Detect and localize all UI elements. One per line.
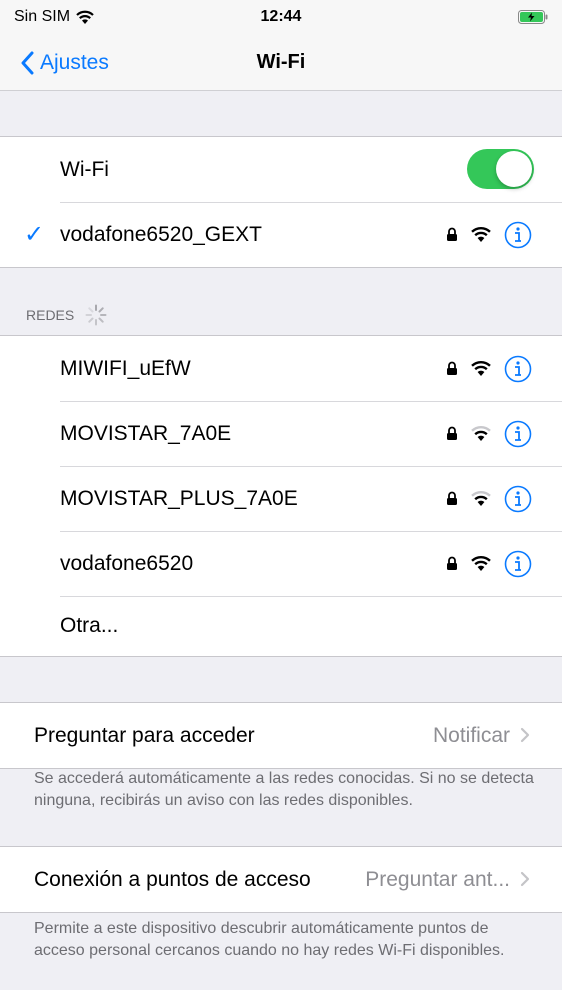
networks-list: MIWIFI_uEfW MOVISTAR_7A0E MOVISTAR_PLUS_…	[0, 335, 562, 657]
info-icon[interactable]	[504, 485, 532, 513]
wifi-signal-icon	[471, 556, 491, 571]
hotspot-group: Conexión a puntos de acceso Preguntar an…	[0, 846, 562, 913]
networks-header-label: REDES	[26, 307, 75, 323]
network-icons	[446, 202, 532, 267]
wifi-signal-icon	[471, 227, 491, 242]
hotspot-footer: Permite a este dispositivo descubrir aut…	[34, 920, 505, 959]
page-title: Wi-Fi	[256, 51, 306, 73]
network-icons	[446, 336, 532, 401]
battery-charging-icon	[518, 10, 548, 24]
network-icons	[446, 531, 532, 596]
connected-network-name: vodafone6520_GEXT	[60, 222, 262, 246]
ask-to-join-label: Preguntar para acceder	[34, 723, 255, 747]
wifi-signal-icon	[471, 491, 491, 506]
lock-icon	[447, 227, 457, 241]
status-bar: Sin SIM 12:44	[0, 0, 562, 38]
network-name: MOVISTAR_7A0E	[60, 421, 232, 445]
lock-icon	[447, 361, 457, 375]
hotspot-label: Conexión a puntos de acceso	[34, 867, 311, 891]
wifi-signal-icon	[471, 361, 491, 376]
navigation-bar: Ajustes Wi-Fi	[0, 38, 562, 91]
info-icon[interactable]	[504, 420, 532, 448]
lock-icon	[447, 491, 457, 505]
connected-network-row[interactable]: ✓ vodafone6520_GEXT	[0, 202, 562, 267]
network-icons	[446, 466, 532, 531]
checkmark-icon: ✓	[24, 221, 45, 248]
network-icons	[446, 401, 532, 466]
wifi-toggle[interactable]	[467, 149, 534, 189]
wifi-signal-icon	[471, 426, 491, 441]
hotspot-value: Preguntar ant...	[365, 867, 510, 891]
toggle-knob	[496, 151, 532, 187]
chevron-right-icon	[520, 871, 530, 887]
hotspot-row[interactable]: Conexión a puntos de acceso Preguntar an…	[0, 847, 562, 912]
info-icon[interactable]	[504, 355, 532, 383]
other-network-label: Otra...	[60, 614, 119, 637]
network-name: MOVISTAR_PLUS_7A0E	[60, 486, 298, 510]
ask-to-join-footer: Se accederá automáticamente a las redes …	[34, 770, 534, 809]
chevron-right-icon	[520, 727, 530, 743]
status-time: 12:44	[260, 8, 302, 25]
ask-to-join-row[interactable]: Preguntar para acceder Notificar	[0, 703, 562, 768]
lock-icon	[447, 426, 457, 440]
network-row[interactable]: MOVISTAR_7A0E	[0, 401, 562, 466]
network-name: vodafone6520	[60, 551, 194, 575]
info-icon[interactable]	[504, 221, 532, 249]
network-row[interactable]: MIWIFI_uEfW	[0, 336, 562, 401]
wifi-toggle-row: Wi-Fi	[0, 137, 562, 202]
ask-to-join-group: Preguntar para acceder Notificar	[0, 702, 562, 769]
network-row[interactable]: MOVISTAR_PLUS_7A0E	[0, 466, 562, 531]
wifi-label: Wi-Fi	[60, 157, 109, 181]
loading-spinner-icon	[85, 304, 107, 326]
wifi-group: Wi-Fi ✓ vodafone6520_GEXT	[0, 136, 562, 268]
network-name: MIWIFI_uEfW	[60, 356, 191, 380]
ask-to-join-value: Notificar	[432, 723, 510, 747]
other-network-row[interactable]: Otra...	[0, 596, 562, 656]
lock-icon	[447, 556, 457, 570]
network-row[interactable]: vodafone6520	[0, 531, 562, 596]
info-icon[interactable]	[504, 550, 532, 578]
networks-section-header: REDES	[26, 303, 108, 327]
